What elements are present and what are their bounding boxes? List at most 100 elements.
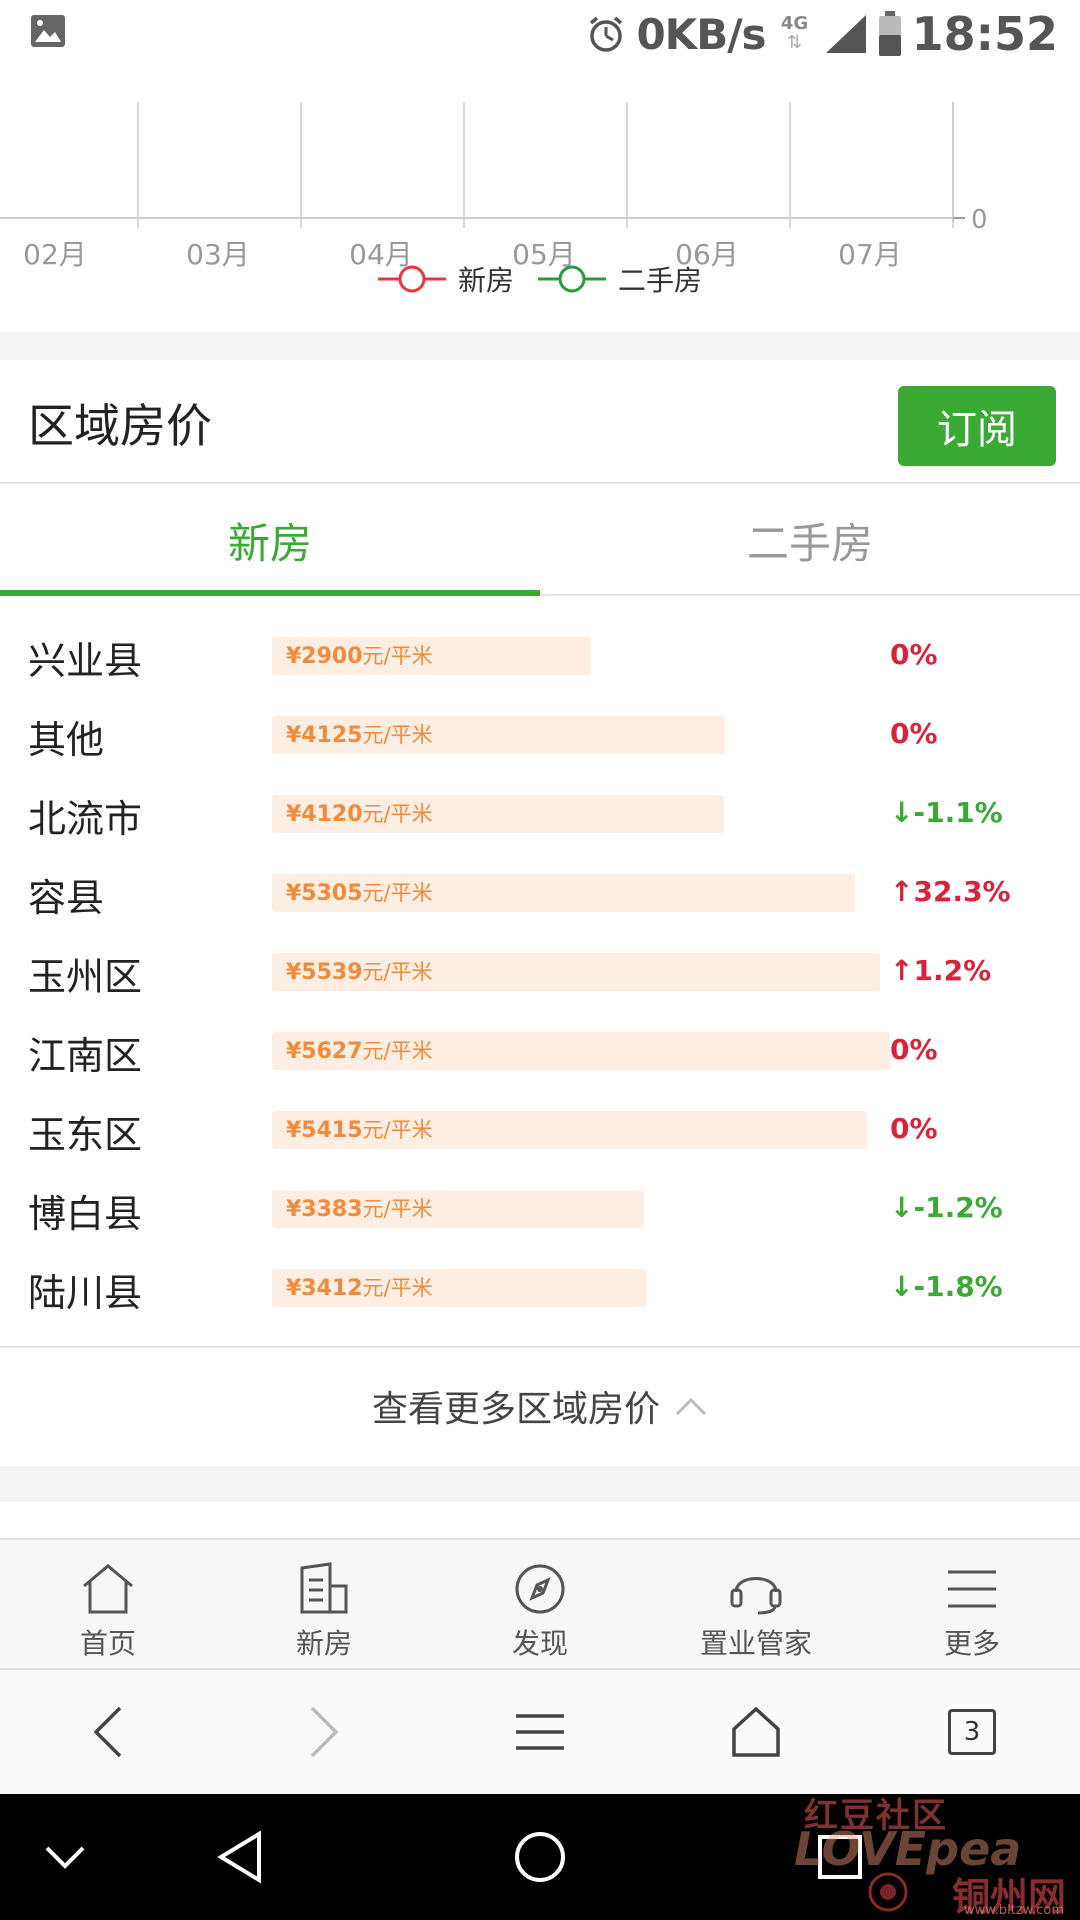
nav-label: 新房 (295, 1627, 352, 1660)
region-name: 陆川县 (28, 1271, 143, 1315)
price-unit: 元/平米 (362, 644, 433, 668)
menu-icon (948, 1570, 996, 1608)
price-unit: 元/平米 (362, 881, 433, 905)
home-icon (732, 1706, 780, 1757)
back-triangle-icon (217, 1830, 261, 1884)
nav-new-house[interactable]: 新房 (216, 1540, 432, 1668)
view-more-region-prices-link[interactable]: 查看更多区域房价 (0, 1346, 1080, 1464)
system-back-button[interactable] (190, 1794, 290, 1920)
section-divider (0, 1466, 1080, 1502)
region-price-row[interactable]: 玉东区 ¥5415元/平米 0% (0, 1090, 1080, 1169)
price-unit: 元/平米 (362, 723, 433, 747)
region-price-row[interactable]: 陆川县 ¥3412元/平米 ↓-1.8% (0, 1248, 1080, 1327)
section-title: 区域房价 (28, 399, 212, 453)
menu-icon (516, 1714, 564, 1750)
home-icon (83, 1564, 133, 1614)
price-change: ↓-1.8% (890, 1270, 1003, 1303)
price-change: 0% (890, 1112, 938, 1145)
region-price: ¥3412元/平米 (286, 1272, 433, 1302)
price-value: ¥5627 (286, 1039, 363, 1064)
hide-nav-button[interactable] (20, 1794, 110, 1920)
region-price-header: 区域房价 订阅 (0, 360, 1080, 484)
region-price-row[interactable]: 博白县 ¥3383元/平米 ↓-1.2% (0, 1169, 1080, 1248)
region-price: ¥5539元/平米 (286, 956, 433, 986)
price-change: ↑32.3% (890, 875, 1011, 908)
tab-count-badge: 3 (948, 1709, 996, 1755)
chevron-down-icon (45, 1846, 85, 1869)
watermark-url: www.bltzw.com (964, 1903, 1064, 1918)
browser-menu-button[interactable] (432, 1670, 648, 1794)
region-price-list: 兴业县 ¥2900元/平米 0% 其他 ¥4125元/平米 0% 北流市 ¥4120元/平米 ↓… (0, 616, 1080, 1327)
region-price: ¥5415元/平米 (286, 1114, 433, 1144)
region-price: ¥5627元/平米 (286, 1035, 433, 1065)
region-price: ¥2900元/平米 (286, 640, 433, 670)
price-change: ↓-1.1% (890, 796, 1003, 829)
region-price-row[interactable]: 兴业县 ¥2900元/平米 0% (0, 616, 1080, 695)
browser-back-button[interactable] (0, 1670, 216, 1794)
nav-label: 置业管家 (699, 1627, 812, 1660)
region-price-row[interactable]: 玉州区 ¥5539元/平米 ↑1.2% (0, 932, 1080, 1011)
data-activity-icon: 4G ⇅ (776, 15, 814, 53)
tab-new-house[interactable]: 新房 (0, 486, 540, 596)
watermark: 红豆社区 LOVEpea 铜州网 www.bltzw.com (784, 1788, 1074, 1920)
price-change: 0% (890, 1033, 938, 1066)
nav-discover[interactable]: 发现 (432, 1540, 648, 1668)
price-change: 0% (890, 717, 938, 750)
price-unit: 元/平米 (362, 1039, 433, 1063)
chevron-left-icon (93, 1706, 122, 1758)
system-home-button[interactable] (490, 1794, 590, 1920)
region-price: ¥5305元/平米 (286, 877, 433, 907)
home-circle-icon (515, 1832, 565, 1882)
view-more-label: 查看更多区域房价 (371, 1389, 660, 1430)
region-price-row[interactable]: 其他 ¥4125元/平米 0% (0, 695, 1080, 774)
house-type-tabs: 新房 二手房 (0, 486, 1080, 596)
price-unit: 元/平米 (362, 1118, 433, 1142)
nav-home[interactable]: 首页 (0, 1540, 216, 1668)
headset-icon (730, 1577, 782, 1615)
legend-line-marker-icon (377, 265, 446, 293)
region-name: 玉州区 (28, 955, 143, 999)
nav-label: 发现 (511, 1627, 568, 1660)
chart-legend: 新房 二手房 (0, 256, 1080, 302)
building-icon (300, 1562, 348, 1614)
price-value: ¥3412 (286, 1276, 363, 1301)
chevron-right-icon (310, 1706, 339, 1758)
subscribe-button[interactable]: 订阅 (898, 386, 1056, 466)
nav-more[interactable]: 更多 (864, 1540, 1080, 1668)
app-bottom-nav: 首页 新房 发现 置业管家 更多 (0, 1538, 1080, 1668)
legend-item-second-hand: 二手房 (538, 259, 702, 299)
price-unit: 元/平米 (362, 802, 433, 826)
region-price-row[interactable]: 北流市 ¥4120元/平米 ↓-1.1% (0, 774, 1080, 853)
region-price-row[interactable]: 容县 ¥5305元/平米 ↑32.3% (0, 853, 1080, 932)
browser-home-button[interactable] (648, 1670, 864, 1794)
price-value: ¥4125 (286, 723, 363, 748)
legend-line-marker-icon (538, 265, 606, 293)
legend-item-new: 新房 (377, 259, 514, 299)
region-name: 容县 (28, 876, 105, 920)
price-value: ¥5539 (286, 960, 363, 985)
watermark-seal-icon (868, 1872, 908, 1912)
nav-property-butler[interactable]: 置业管家 (648, 1540, 864, 1668)
price-value: ¥2900 (286, 644, 363, 669)
tab-second-hand-house[interactable]: 二手房 (540, 486, 1080, 594)
alarm-icon (590, 16, 623, 52)
chart-y-tick-label: 0 (971, 205, 988, 235)
price-unit: 元/平米 (362, 960, 433, 984)
legend-label: 新房 (457, 264, 514, 297)
nav-label: 首页 (79, 1627, 136, 1660)
legend-label: 二手房 (618, 264, 703, 297)
browser-tabs-button[interactable]: 3 (864, 1670, 1080, 1794)
section-divider (0, 332, 1080, 360)
price-value: ¥5305 (286, 881, 363, 906)
price-change: ↓-1.2% (890, 1191, 1003, 1224)
browser-toolbar: 3 (0, 1668, 1080, 1794)
region-name: 玉东区 (28, 1113, 143, 1157)
price-value: ¥4120 (286, 802, 363, 827)
browser-forward-button[interactable] (216, 1670, 432, 1794)
region-name: 江南区 (28, 1034, 143, 1078)
price-unit: 元/平米 (362, 1276, 433, 1300)
region-price-row[interactable]: 江南区 ¥5627元/平米 0% (0, 1011, 1080, 1090)
price-value: ¥3383 (286, 1197, 363, 1222)
region-name: 其他 (28, 718, 105, 762)
region-name: 博白县 (28, 1192, 143, 1236)
